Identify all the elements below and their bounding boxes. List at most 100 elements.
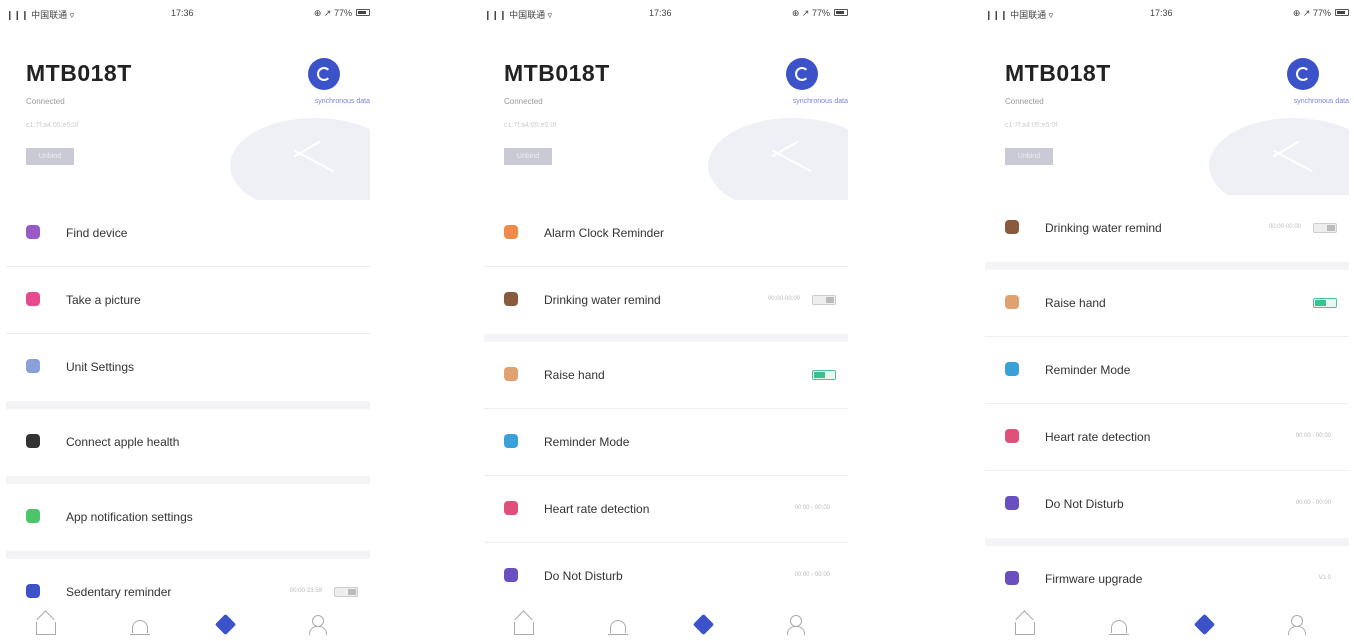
- toggle-switch[interactable]: [1313, 298, 1337, 308]
- menu-row[interactable]: App notification settings: [6, 484, 370, 551]
- alarm-clock-icon: [504, 225, 518, 239]
- status-bar: ❙❙❙ 中国联通 ▿ 17:36 ⊕ ↗ 77%: [6, 8, 370, 24]
- menu-row[interactable]: Connect apple health: [6, 409, 370, 476]
- tab-profile-icon[interactable]: [786, 615, 806, 635]
- menu-row-label: Alarm Clock Reminder: [544, 226, 665, 240]
- menu-row-label: Find device: [66, 226, 128, 240]
- menu-row[interactable]: Alarm Clock Reminder: [484, 200, 848, 267]
- tab-home-icon[interactable]: [1015, 622, 1035, 635]
- water-cup-icon: [504, 292, 518, 306]
- raise-hand-icon: [1005, 295, 1019, 309]
- carrier-label: ❙❙❙ 中国联通 ▿: [985, 10, 1054, 20]
- connection-status: Connected: [504, 97, 543, 106]
- menu-row[interactable]: Do Not Disturb 00:00 - 00:00: [985, 471, 1349, 538]
- section-divider: [6, 551, 370, 559]
- toggle-switch[interactable]: [1313, 223, 1337, 233]
- tab-data-icon[interactable]: [608, 615, 628, 635]
- settings-menu: Find device Take a picture Unit Settings Co…: [6, 200, 370, 626]
- section-divider: [985, 262, 1349, 270]
- menu-row-value: 00:00-23:59: [289, 588, 322, 594]
- menu-row-label: Heart rate detection: [1045, 430, 1151, 444]
- tab-profile-icon[interactable]: [308, 615, 328, 635]
- heart-icon: [1005, 429, 1019, 443]
- toggle-switch[interactable]: [334, 587, 358, 597]
- connection-status: Connected: [1005, 97, 1044, 106]
- menu-row-label: App notification settings: [66, 510, 193, 524]
- tab-bar: [484, 607, 848, 641]
- moon-icon: [1005, 496, 1019, 510]
- battery-icon: [1335, 9, 1349, 16]
- unbind-button[interactable]: Unbind: [1005, 148, 1053, 165]
- menu-row-label: Sedentary reminder: [66, 585, 172, 599]
- connection-status: Connected: [26, 97, 65, 106]
- menu-row-value: 00:00 - 00:00: [1295, 433, 1331, 439]
- device-mac: c1:7f:a4:05:e5:0f: [504, 122, 557, 129]
- raise-hand-icon: [504, 367, 518, 381]
- battery-icon: [356, 9, 370, 16]
- menu-row[interactable]: Heart rate detection 00:00 - 00:00: [484, 476, 848, 543]
- menu-row-value: 00:00-00:00: [767, 296, 800, 302]
- tab-data-icon[interactable]: [1109, 615, 1129, 635]
- tab-data-icon[interactable]: [130, 615, 150, 635]
- tab-bar: [6, 607, 370, 641]
- sync-label[interactable]: synchronous data: [793, 98, 848, 105]
- menu-row-value: 00:00 - 00:00: [1295, 500, 1331, 506]
- battery-label: ⊕ ↗ 77%: [791, 8, 830, 18]
- menu-row[interactable]: Find device: [6, 200, 370, 267]
- device-header: MTB018T Connected c1:7f:a4:05:e5:0f Unbi…: [985, 50, 1349, 213]
- status-bar: ❙❙❙ 中国联通 ▿ 17:36 ⊕ ↗ 77%: [985, 8, 1349, 24]
- menu-row[interactable]: Firmware upgrade V1.0: [985, 546, 1349, 613]
- menu-row-label: Raise hand: [1045, 296, 1106, 310]
- section-divider: [484, 334, 848, 342]
- menu-row[interactable]: Raise hand: [484, 342, 848, 409]
- sync-icon[interactable]: [1287, 58, 1319, 90]
- tab-profile-icon[interactable]: [1287, 615, 1307, 635]
- bell-icon: [504, 434, 518, 448]
- toggle-switch[interactable]: [812, 370, 836, 380]
- device-header: MTB018T Connected c1:7f:a4:05:e5:0f Unbi…: [6, 50, 370, 213]
- tab-device-icon[interactable]: [1193, 613, 1216, 636]
- menu-row-value: 00:00-00:00: [1268, 224, 1301, 230]
- device-mac: c1:7f:a4:05:e5:0f: [1005, 122, 1058, 129]
- menu-row[interactable]: Reminder Mode: [484, 409, 848, 476]
- menu-row-label: Drinking water remind: [544, 293, 661, 307]
- menu-row-value: V1.0: [1318, 575, 1331, 581]
- unit-settings-icon: [26, 359, 40, 373]
- sync-icon[interactable]: [308, 58, 340, 90]
- tab-home-icon[interactable]: [514, 622, 534, 635]
- watch-face-image: [708, 118, 848, 213]
- menu-row[interactable]: Do Not Disturb 00:00 - 00:00: [484, 543, 848, 610]
- menu-row[interactable]: Drinking water remind 00:00-00:00: [985, 195, 1349, 262]
- unbind-button[interactable]: Unbind: [504, 148, 552, 165]
- toggle-switch[interactable]: [812, 295, 836, 305]
- unbind-button[interactable]: Unbind: [26, 148, 74, 165]
- sync-label[interactable]: synchronous data: [1294, 98, 1349, 105]
- device-header: MTB018T Connected c1:7f:a4:05:e5:0f Unbi…: [484, 50, 848, 213]
- section-divider: [6, 476, 370, 484]
- menu-row-label: Firmware upgrade: [1045, 572, 1143, 586]
- bell-icon: [1005, 362, 1019, 376]
- menu-row-label: Take a picture: [66, 293, 141, 307]
- moon-icon: [504, 568, 518, 582]
- battery-label: ⊕ ↗ 77%: [313, 8, 352, 18]
- tab-home-icon[interactable]: [36, 622, 56, 635]
- clock-label: 17:36: [649, 8, 672, 18]
- sedentary-icon: [26, 584, 40, 598]
- device-name: MTB018T: [26, 60, 132, 86]
- tab-device-icon[interactable]: [692, 613, 715, 636]
- battery-icon: [834, 9, 848, 16]
- sync-icon[interactable]: [786, 58, 818, 90]
- device-name: MTB018T: [504, 60, 610, 86]
- tab-device-icon[interactable]: [214, 613, 237, 636]
- menu-row-label: Unit Settings: [66, 360, 135, 374]
- menu-row[interactable]: Heart rate detection 00:00 - 00:00: [985, 404, 1349, 471]
- menu-row[interactable]: Drinking water remind 00:00-00:00: [484, 267, 848, 334]
- menu-row[interactable]: Unit Settings: [6, 334, 370, 401]
- menu-row-label: Drinking water remind: [1045, 221, 1162, 235]
- menu-row[interactable]: Raise hand: [985, 270, 1349, 337]
- watch-face-image: [230, 118, 370, 213]
- phone-screen-1: ❙❙❙ 中国联通 ▿ 17:36 ⊕ ↗ 77% MTB018T Connect…: [6, 0, 370, 641]
- sync-label[interactable]: synchronous data: [315, 98, 370, 105]
- menu-row[interactable]: Reminder Mode: [985, 337, 1349, 404]
- menu-row[interactable]: Take a picture: [6, 267, 370, 334]
